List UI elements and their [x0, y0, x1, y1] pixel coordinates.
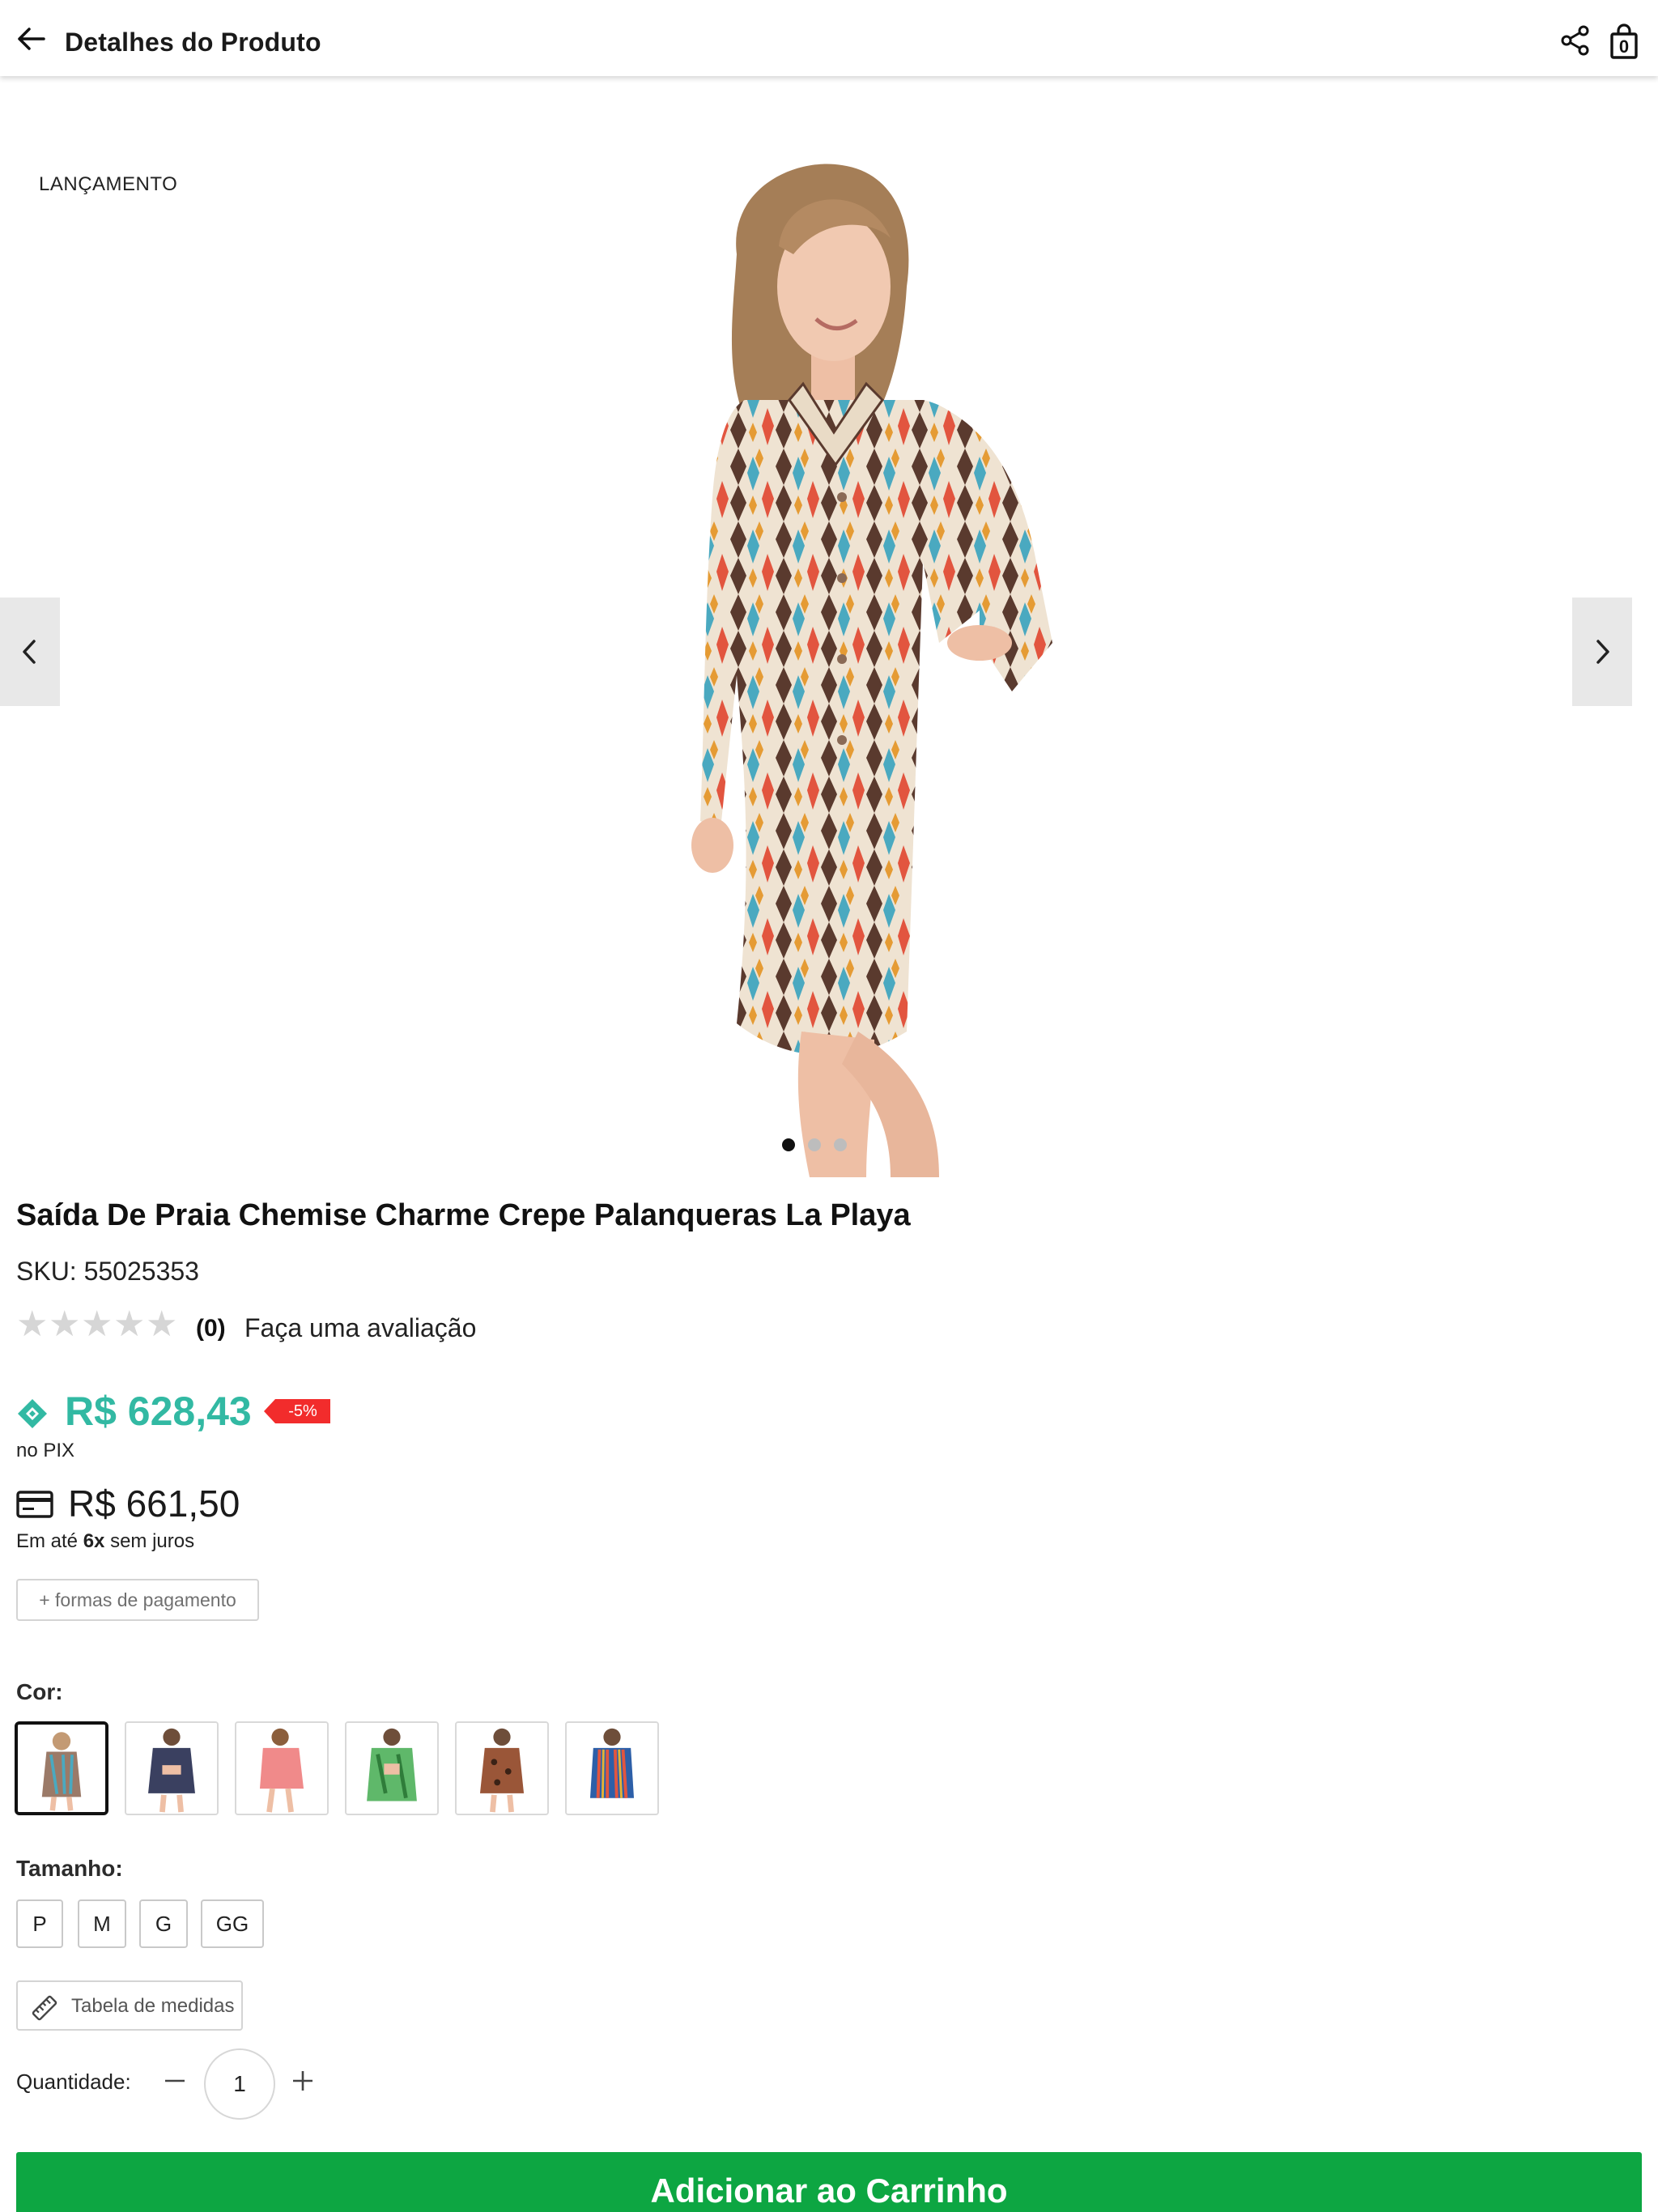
color-label: Cor:: [16, 1679, 63, 1704]
launch-badge: LANÇAMENTO: [39, 173, 178, 195]
minus-icon: [165, 2079, 185, 2082]
carousel-next-button[interactable]: [1572, 598, 1632, 706]
carousel-prev-button[interactable]: [0, 598, 60, 706]
star-icon: ★: [81, 1304, 113, 1344]
add-to-cart-button[interactable]: Adicionar ao Carrinho: [16, 2152, 1642, 2212]
size-option-gg[interactable]: GG: [201, 1899, 264, 1948]
cart-count-badge: 0: [1618, 36, 1630, 57]
size-chart-label: Tabela de medidas: [71, 1995, 235, 2017]
write-review-link[interactable]: Faça uma avaliação: [244, 1313, 476, 1343]
chevron-left-icon: [23, 640, 36, 664]
discount-label: -5%: [288, 1402, 317, 1420]
product-title: Saída De Praia Chemise Charme Crepe Pala…: [16, 1198, 911, 1232]
discount-badge: -5%: [264, 1399, 330, 1423]
product-image-carousel[interactable]: LANÇAMENTO: [0, 76, 1658, 1177]
quantity-value[interactable]: 1: [204, 2048, 275, 2120]
pix-price: R$ 628,43: [65, 1389, 252, 1434]
installments-info: Em até 6x sem juros: [16, 1530, 195, 1552]
product-sku: SKU: 55025353: [16, 1257, 199, 1286]
carousel-dots: [782, 1138, 879, 1155]
color-swatches: [15, 1721, 662, 1815]
size-option-m[interactable]: M: [78, 1899, 126, 1948]
color-swatch[interactable]: [235, 1721, 329, 1815]
carousel-dot-3[interactable]: [834, 1138, 847, 1151]
quantity-label: Quantidade:: [16, 2069, 131, 2094]
credit-card-icon: [16, 1490, 53, 1519]
color-swatch[interactable]: [455, 1721, 549, 1815]
shopping-bag-icon[interactable]: 0: [1609, 23, 1639, 60]
back-arrow-icon[interactable]: [15, 26, 47, 52]
rating-count: (0): [196, 1315, 226, 1342]
color-swatch[interactable]: [15, 1721, 108, 1815]
pix-label: no PIX: [16, 1440, 75, 1461]
color-swatch[interactable]: [565, 1721, 659, 1815]
ruler-icon: [32, 1995, 57, 2021]
plus-icon: [293, 2071, 312, 2091]
share-icon[interactable]: [1559, 24, 1592, 57]
star-icon: ★: [49, 1304, 81, 1344]
star-icon: ★: [146, 1304, 178, 1344]
star-rating[interactable]: ★ ★ ★ ★ ★: [16, 1307, 186, 1342]
size-option-g[interactable]: G: [139, 1899, 188, 1948]
pix-icon: [16, 1397, 49, 1430]
page-title: Detalhes do Produto: [65, 28, 321, 57]
chevron-right-icon: [1596, 640, 1609, 664]
size-chart-button[interactable]: Tabela de medidas: [16, 1980, 243, 2031]
carousel-dot-1[interactable]: [782, 1138, 795, 1151]
size-label: Tamanho:: [16, 1856, 123, 1881]
card-price: R$ 661,50: [68, 1482, 240, 1525]
top-app-bar: Detalhes do Produto 0: [0, 0, 1658, 76]
color-swatch[interactable]: [125, 1721, 219, 1815]
product-photo: [599, 157, 1101, 1177]
carousel-dot-2[interactable]: [808, 1138, 821, 1151]
star-icon: ★: [113, 1304, 146, 1344]
quantity-decrease-button[interactable]: [159, 2065, 191, 2097]
color-swatch[interactable]: [345, 1721, 439, 1815]
size-option-p[interactable]: P: [16, 1899, 63, 1948]
payment-methods-button[interactable]: + formas de pagamento: [16, 1579, 259, 1621]
star-icon: ★: [16, 1304, 49, 1344]
quantity-increase-button[interactable]: [287, 2065, 319, 2097]
